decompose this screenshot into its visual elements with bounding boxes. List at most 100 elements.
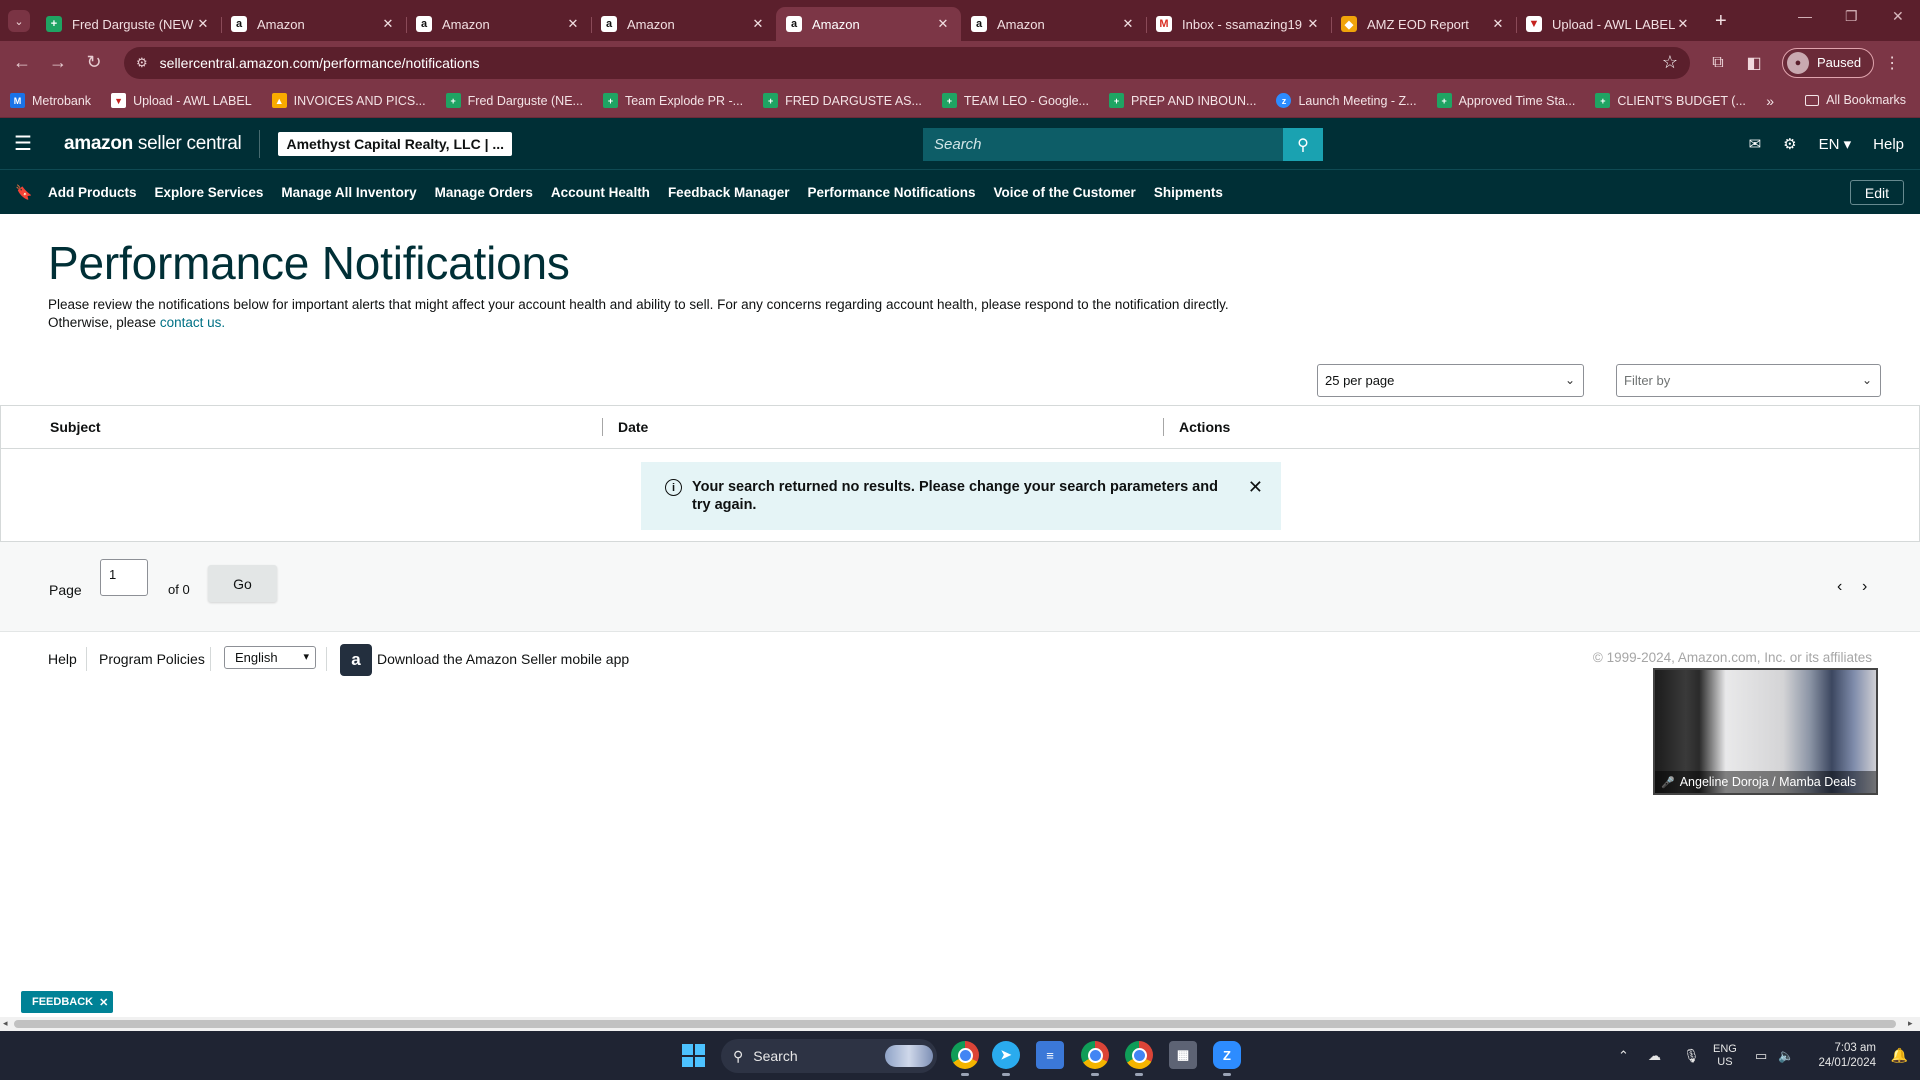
- close-icon[interactable]: ✕: [380, 16, 396, 32]
- bookmark-item[interactable]: + Team Explode PR -...: [602, 93, 743, 108]
- bookmark-icon[interactable]: 🔖: [0, 184, 48, 201]
- browser-tab[interactable]: ▼ Upload - AWL LABEL ✕: [1516, 7, 1701, 41]
- minimize-icon[interactable]: —: [1798, 8, 1812, 24]
- bookmark-item[interactable]: ▼ Upload - AWL LABEL: [111, 93, 252, 108]
- browser-tab[interactable]: a Amazon ✕: [221, 7, 406, 41]
- tab-search-chevron-icon[interactable]: ⌄: [8, 10, 30, 32]
- nav-add-products[interactable]: Add Products: [48, 185, 137, 200]
- restore-icon[interactable]: ❐: [1845, 8, 1858, 25]
- mail-icon[interactable]: ✉: [1749, 135, 1762, 153]
- close-icon[interactable]: ✕: [195, 16, 211, 32]
- close-icon[interactable]: ✕: [565, 16, 581, 32]
- feedback-button[interactable]: FEEDBACK ✕: [21, 991, 113, 1013]
- calculator-icon[interactable]: ▦: [1169, 1041, 1197, 1069]
- gear-icon[interactable]: ⚙: [1783, 135, 1796, 153]
- back-arrow-icon[interactable]: ←: [4, 52, 40, 73]
- close-icon[interactable]: ✕: [99, 996, 108, 1009]
- browser-tab[interactable]: a Amazon ✕: [961, 7, 1146, 41]
- close-icon[interactable]: ✕: [1120, 16, 1136, 32]
- microphone-icon[interactable]: 🎙: [1683, 1031, 1700, 1080]
- go-button[interactable]: Go: [208, 565, 277, 602]
- input-language[interactable]: ENG US: [1713, 1043, 1737, 1069]
- zoom-icon[interactable]: Z: [1213, 1041, 1241, 1076]
- download-app-link[interactable]: Download the Amazon Seller mobile app: [377, 651, 629, 667]
- bookmark-item[interactable]: + PREP AND INBOUN...: [1108, 93, 1256, 108]
- browser-tab[interactable]: ◆ AMZ EOD Report ✕: [1331, 7, 1516, 41]
- nav-manage-orders[interactable]: Manage Orders: [435, 185, 533, 200]
- browser-tab[interactable]: a Amazon ✕: [406, 7, 591, 41]
- close-icon[interactable]: ✕: [935, 16, 951, 32]
- scroll-right-icon[interactable]: ▸: [1908, 1018, 1913, 1029]
- forward-arrow-icon[interactable]: →: [40, 52, 76, 73]
- bookmark-item[interactable]: + Fred Darguste (NE...: [445, 93, 583, 108]
- account-switcher[interactable]: Amethyst Capital Realty, LLC | ...: [278, 131, 513, 156]
- column-date[interactable]: Date: [618, 419, 648, 435]
- bookmarks-overflow-icon[interactable]: »: [1766, 93, 1774, 109]
- program-policies-link[interactable]: Program Policies: [99, 651, 205, 667]
- seller-central-logo[interactable]: amazon seller central: [64, 133, 242, 155]
- cloud-offline-icon[interactable]: ☁: [1648, 1031, 1661, 1080]
- notepad-icon[interactable]: ≡: [1036, 1041, 1064, 1069]
- profile-button[interactable]: ● Paused: [1782, 47, 1875, 78]
- nav-feedback-manager[interactable]: Feedback Manager: [668, 185, 790, 200]
- notification-icon[interactable]: 🔔: [1891, 1047, 1908, 1064]
- side-panel-icon[interactable]: ◧: [1736, 53, 1772, 73]
- bookmark-item[interactable]: + FRED DARGUSTE AS...: [763, 93, 922, 108]
- browser-tab-active[interactable]: a Amazon ✕: [776, 7, 961, 41]
- footer-help-link[interactable]: Help: [48, 651, 77, 667]
- per-page-select[interactable]: 25 per page ⌄: [1317, 364, 1584, 397]
- nav-voice-of-the-customer[interactable]: Voice of the Customer: [994, 185, 1136, 200]
- video-call-thumbnail[interactable]: 🎤 Angeline Doroja / Mamba Deals: [1653, 668, 1878, 795]
- help-link[interactable]: Help: [1873, 136, 1904, 153]
- bookmark-item[interactable]: + CLIENT'S BUDGET (...: [1595, 93, 1746, 108]
- nav-account-health[interactable]: Account Health: [551, 185, 650, 200]
- extensions-icon[interactable]: ⧉: [1700, 54, 1736, 72]
- tray-chevron-up-icon[interactable]: ⌃: [1618, 1031, 1629, 1080]
- close-icon[interactable]: ✕: [1490, 16, 1506, 32]
- chevron-left-icon[interactable]: ‹: [1837, 578, 1842, 596]
- contact-us-link[interactable]: contact us.: [160, 315, 225, 330]
- footer-language-select[interactable]: English ▾: [224, 646, 316, 669]
- browser-tab[interactable]: + Fred Darguste (NEW ✕: [36, 7, 221, 41]
- language-selector[interactable]: EN ▾: [1819, 135, 1852, 153]
- bookmark-item[interactable]: z Launch Meeting - Z...: [1276, 93, 1417, 108]
- bookmark-item[interactable]: + TEAM LEO - Google...: [941, 93, 1089, 108]
- close-icon[interactable]: ✕: [1675, 16, 1691, 32]
- column-subject[interactable]: Subject: [50, 419, 101, 435]
- nav-manage-all-inventory[interactable]: Manage All Inventory: [281, 185, 416, 200]
- browser-tab[interactable]: a Amazon ✕: [591, 7, 776, 41]
- window-close-icon[interactable]: ✕: [1892, 8, 1904, 25]
- close-icon[interactable]: ✕: [1248, 477, 1263, 498]
- address-bar[interactable]: ⚙ sellercentral.amazon.com/performance/n…: [124, 46, 1690, 79]
- all-bookmarks-button[interactable]: All Bookmarks: [1805, 93, 1906, 107]
- menu-kebab-icon[interactable]: ⋮: [1874, 53, 1910, 73]
- edit-nav-button[interactable]: Edit: [1849, 180, 1904, 205]
- browser-tab[interactable]: M Inbox - ssamazing19 ✕: [1146, 7, 1331, 41]
- filter-select[interactable]: Filter by ⌄: [1616, 364, 1881, 397]
- taskbar-search[interactable]: ⚲ Search: [721, 1039, 937, 1073]
- chrome-icon[interactable]: [1081, 1041, 1109, 1076]
- chrome-icon[interactable]: [1125, 1041, 1153, 1076]
- nav-shipments[interactable]: Shipments: [1154, 185, 1223, 200]
- chevron-right-icon[interactable]: ›: [1862, 578, 1867, 596]
- bookmark-item[interactable]: M Metrobank: [10, 93, 91, 108]
- close-icon[interactable]: ✕: [750, 16, 766, 32]
- amazon-app-icon[interactable]: a: [340, 644, 372, 676]
- scrollbar-thumb[interactable]: [14, 1020, 1896, 1028]
- search-button[interactable]: ⚲: [1283, 128, 1323, 161]
- nav-explore-services[interactable]: Explore Services: [155, 185, 264, 200]
- close-icon[interactable]: ✕: [1305, 16, 1321, 32]
- page-number-input[interactable]: 1: [100, 559, 148, 596]
- site-info-icon[interactable]: ⚙: [136, 55, 148, 71]
- taskbar-clock[interactable]: 7:03 am 24/01/2024: [1818, 1041, 1876, 1071]
- telegram-icon[interactable]: ➤: [992, 1041, 1020, 1076]
- nav-performance-notifications[interactable]: Performance Notifications: [807, 185, 975, 200]
- search-input[interactable]: Search: [923, 128, 1283, 161]
- horizontal-scrollbar[interactable]: ◂ ▸: [0, 1017, 1920, 1031]
- windows-start-icon[interactable]: [682, 1044, 705, 1067]
- reload-icon[interactable]: ↻: [76, 52, 112, 73]
- bookmark-item[interactable]: + Approved Time Sta...: [1436, 93, 1575, 108]
- bookmark-star-icon[interactable]: ☆: [1662, 52, 1678, 73]
- network-icon[interactable]: ▭: [1755, 1031, 1767, 1080]
- volume-icon[interactable]: 🔈: [1778, 1031, 1794, 1080]
